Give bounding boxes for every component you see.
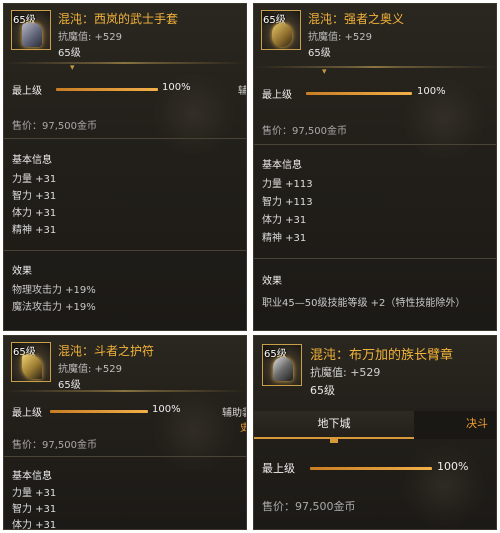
mode-tabs: 地下城 决斗 — [254, 411, 496, 443]
sell-price: 售价：97,500金币 — [12, 121, 97, 132]
anti-magic-stat: 抗魔值: +529 — [58, 364, 123, 375]
attr-intelligence: 智力 +31 — [12, 191, 57, 202]
divider — [4, 250, 246, 251]
effect-line: 职业45—50级技能等级 +2（特性技能除外） — [262, 298, 466, 309]
anti-magic-stat: 抗魔值: +529 — [308, 32, 373, 43]
basic-info-title: 基本信息 — [12, 471, 52, 482]
item-name: 混沌：西岚的武士手套 — [58, 12, 179, 26]
anti-magic-stat: 抗魔值: +529 — [58, 32, 123, 43]
attr-spirit: 精神 +31 — [262, 233, 307, 244]
item-tooltip-gauntlet: 65级 混沌：西岚的武士手套 抗魔值: +529 65级 ▾ 最上级 100% … — [3, 3, 247, 331]
item-tooltip-emblem: 65级 混沌：强者之奥义 抗魔值: +529 65级 ▾ 最上级 100% 售价… — [253, 3, 497, 331]
amulet-icon[interactable]: 65级 — [11, 342, 51, 382]
max-level-label: 最上级 — [12, 408, 42, 419]
item-tooltip-armband: 65级 混沌：布万加的族长臂章 抗魔值: +529 65级 地下城 决斗 最上级… — [253, 335, 497, 530]
divider — [4, 138, 246, 139]
attr-intelligence: 智力 +31 — [12, 504, 57, 515]
side-tag[interactable]: 辅助装 — [222, 404, 246, 419]
attr-strength: 力量 +113 — [262, 179, 313, 190]
upgrade-progress-bar — [306, 92, 412, 95]
effects-title: 效果 — [262, 276, 282, 287]
effect-line: 魔法攻击力 +19% — [12, 302, 96, 313]
sell-price: 售价：97,500金币 — [262, 500, 356, 513]
progress-percent: 100% — [152, 404, 181, 415]
upgrade-progress-bar — [50, 410, 148, 413]
progress-fill — [310, 467, 432, 470]
icon-art — [22, 23, 42, 47]
attr-vitality: 体力 +31 — [262, 215, 307, 226]
icon-art — [273, 357, 293, 381]
divider — [4, 456, 246, 457]
divider — [254, 144, 496, 145]
max-level-label: 最上级 — [12, 86, 42, 97]
icon-art — [272, 23, 292, 47]
gauntlet-icon[interactable]: 65级 — [11, 10, 51, 50]
progress-fill — [306, 92, 412, 95]
divider — [254, 258, 496, 259]
anti-magic-stat: 抗魔值: +529 — [310, 366, 381, 379]
item-level: 65级 — [58, 380, 81, 391]
tab-label: 决斗 — [466, 417, 488, 430]
effect-line: 物理攻击力 +19% — [12, 285, 96, 296]
progress-percent: 100% — [417, 86, 446, 97]
attr-vitality: 体力 +31 — [12, 208, 57, 219]
progress-percent: 100% — [437, 460, 469, 473]
chevron-down-icon: ▾ — [70, 63, 75, 73]
tab-label: 地下城 — [317, 417, 351, 430]
sell-price: 售价：97,500金币 — [262, 126, 347, 137]
attr-spirit: 精神 +31 — [12, 225, 57, 236]
attr-strength: 力量 +31 — [12, 174, 57, 185]
attr-intelligence: 智力 +113 — [262, 197, 313, 208]
tab-duel[interactable]: 决斗 — [466, 411, 488, 439]
progress-fill — [50, 410, 148, 413]
item-name: 混沌：强者之奥义 — [308, 12, 405, 26]
background-emblem — [154, 391, 234, 471]
item-level: 65级 — [310, 384, 335, 397]
item-name: 混沌：斗者之护符 — [58, 344, 155, 358]
divider — [4, 62, 246, 64]
effects-title: 效果 — [12, 266, 32, 277]
max-level-label: 最上级 — [262, 462, 295, 475]
max-level-label: 最上级 — [262, 90, 292, 101]
progress-percent: 100% — [162, 82, 191, 93]
divider — [4, 390, 246, 392]
upgrade-progress-bar — [56, 88, 158, 91]
icon-art — [22, 355, 42, 379]
divider — [254, 66, 496, 68]
chevron-down-icon: ▾ — [322, 67, 327, 77]
item-name: 混沌：布万加的族长臂章 — [310, 348, 454, 363]
upgrade-progress-bar — [310, 467, 432, 470]
side-tag[interactable]: 辅 — [238, 82, 246, 97]
item-level: 65级 — [58, 48, 81, 59]
item-level: 65级 — [308, 48, 331, 59]
attr-strength: 力量 +31 — [12, 488, 57, 499]
background-emblem — [404, 446, 484, 526]
progress-fill — [56, 88, 158, 91]
tab-indicator — [330, 439, 338, 443]
sell-price: 售价：97,500金币 — [12, 440, 97, 451]
basic-info-title: 基本信息 — [262, 160, 302, 171]
emblem-icon[interactable]: 65级 — [261, 10, 301, 50]
tab-dungeon[interactable]: 地下城 — [254, 411, 414, 443]
item-tooltip-amulet: 65级 混沌：斗者之护符 抗魔值: +529 65级 最上级 100% 辅助装 … — [3, 335, 247, 530]
rarity-tag: 史 — [240, 419, 246, 434]
attr-vitality: 体力 +31 — [12, 520, 57, 530]
armband-icon[interactable]: 65级 — [262, 344, 302, 386]
basic-info-title: 基本信息 — [12, 155, 52, 166]
